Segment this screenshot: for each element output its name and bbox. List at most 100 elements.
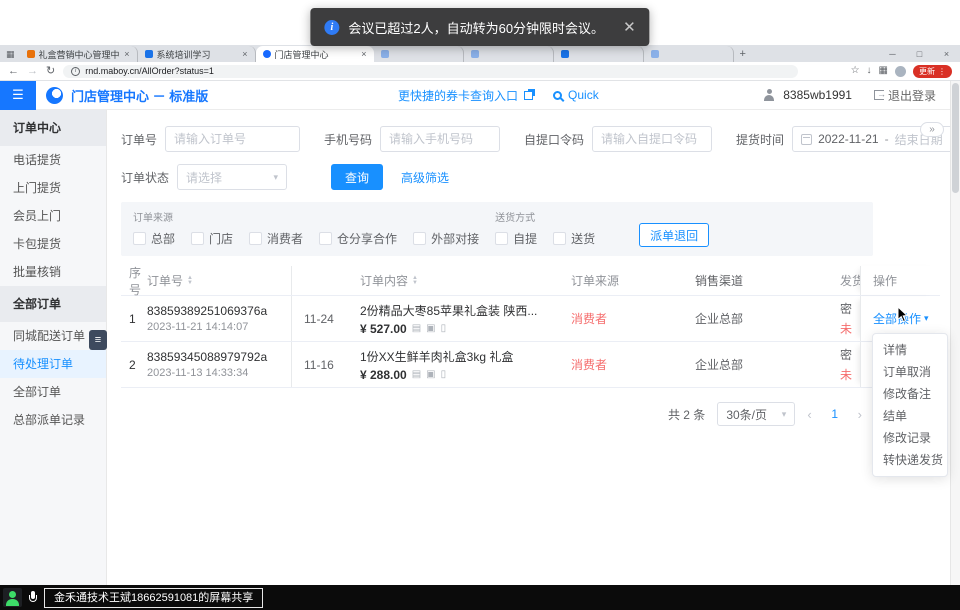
sidebar-item-member-visit[interactable]: 会员上门 [0, 202, 106, 230]
header-source: 订单来源 [565, 266, 695, 295]
browser-tab-5[interactable] [464, 46, 554, 62]
close-window-button[interactable]: × [933, 49, 960, 59]
checkbox-icon[interactable] [553, 232, 566, 245]
close-icon[interactable]: ✕ [623, 18, 636, 36]
browser-tab-active[interactable]: 门店管理中心 × [256, 46, 374, 62]
sidebar-section-all-orders[interactable]: 全部订单 [0, 286, 106, 322]
checkbox-store[interactable]: 门店 [191, 230, 233, 247]
minimize-button[interactable]: ─ [879, 49, 906, 59]
browser-tab-strip: ▦ 礼盒营销中心管理中心 × 系统培训学习 × 门店管理中心 × + ─ □ × [0, 45, 960, 62]
username[interactable]: 8385wb1991 [783, 88, 852, 102]
site-info-icon[interactable]: i [71, 67, 80, 76]
dispatch-return-button[interactable]: 派单退回 [639, 223, 709, 247]
sidebar-item-card-pickup[interactable]: 卡包提货 [0, 230, 106, 258]
maximize-button[interactable]: □ [906, 49, 933, 59]
checkbox-warehouse-share[interactable]: 仓分享合作 [319, 230, 397, 247]
download-icon[interactable]: ↓ [867, 66, 872, 76]
phone-input[interactable] [380, 126, 500, 152]
menu-item-express-ship[interactable]: 转快递发货 [873, 449, 947, 471]
tab-close-icon[interactable]: × [361, 49, 366, 59]
checkbox-label: 总部 [151, 230, 175, 247]
tab-close-icon[interactable]: × [242, 49, 247, 59]
order-time: 2023-11-13 14:33:34 [147, 367, 248, 379]
scrollbar-thumb[interactable] [952, 83, 959, 193]
advanced-filter-link[interactable]: 高级筛选 [401, 169, 449, 186]
checkbox-icon[interactable] [319, 232, 332, 245]
phone-icon: ▯ [441, 370, 447, 380]
menu-item-cancel-order[interactable]: 订单取消 [873, 361, 947, 383]
profile-avatar[interactable] [895, 66, 906, 77]
header-order-no[interactable]: 订单号 ▲▼ [147, 266, 292, 295]
order-source-cell: 消费者 [565, 296, 695, 341]
back-icon[interactable]: ← [8, 66, 19, 77]
logout-button[interactable]: 退出登录 [874, 87, 936, 104]
row-index: 2 [121, 342, 147, 387]
checkbox-label: 自提 [513, 230, 537, 247]
checkbox-icon[interactable] [191, 232, 204, 245]
sidebar-item-phone-pickup[interactable]: 电话提货 [0, 146, 106, 174]
bookmark-icon[interactable]: ☆ [851, 66, 860, 76]
sales-channel-cell: 企业总部 [695, 296, 840, 341]
checkbox-consumer[interactable]: 消费者 [249, 230, 303, 247]
order-content-cell: 1份XX生鲜羊肉礼盒3kg 礼盒 ¥ 288.00 ▤ ▣ ▯ [360, 342, 565, 387]
url-bar[interactable]: i rnd.maboy.cn/AllOrder?status=1 [63, 65, 798, 78]
print-icon: ▤ [412, 324, 421, 334]
checkbox-icon[interactable] [249, 232, 262, 245]
sidebar-collapse-button[interactable]: ≡ [89, 330, 107, 350]
browser-tab-7[interactable] [644, 46, 734, 62]
browser-address-bar: ← → ↻ i rnd.maboy.cn/AllOrder?status=1 ☆… [0, 62, 960, 81]
quick-entry-link[interactable]: 更快捷的券卡查询入口 [398, 87, 518, 104]
sidebar-item-door-pickup[interactable]: 上门提货 [0, 174, 106, 202]
new-tab-button[interactable]: + [740, 48, 746, 60]
checkbox-icon[interactable] [133, 232, 146, 245]
sidebar-item-all-orders[interactable]: 全部订单 [0, 378, 106, 406]
chrome-update-button[interactable]: 更新 ⋮ [913, 65, 952, 78]
checkbox-hq[interactable]: 总部 [133, 230, 175, 247]
panel-collapse-button[interactable]: » [920, 122, 944, 137]
checkbox-icon[interactable] [413, 232, 426, 245]
current-page[interactable]: 1 [824, 407, 846, 421]
pickup-code-input[interactable] [592, 126, 712, 152]
order-no-input[interactable] [165, 126, 300, 152]
order-status-select[interactable]: 请选择 ▾ [177, 164, 287, 190]
date-start-value[interactable]: 2022-11-21 [818, 132, 879, 146]
reload-icon[interactable]: ↻ [46, 66, 55, 77]
sidebar-item-batch-verify[interactable]: 批量核销 [0, 258, 106, 286]
order-no-label: 订单号 [121, 131, 157, 148]
checkbox-external[interactable]: 外部对接 [413, 230, 479, 247]
browser-tab-1[interactable]: 礼盒营销中心管理中心 × [20, 46, 138, 62]
next-page-button[interactable]: › [858, 407, 862, 422]
tab-groups-icon[interactable]: ▦ [6, 49, 15, 60]
app-title-text: 门店管理中心 [71, 89, 149, 104]
header-action: 操作 [860, 266, 938, 295]
menu-item-settle[interactable]: 结单 [873, 405, 947, 427]
quick-label[interactable]: Quick [568, 88, 599, 102]
page-size-select[interactable]: 30条/页 ▾ [717, 402, 795, 426]
page-scrollbar[interactable] [950, 81, 960, 585]
menu-item-details[interactable]: 详情 [873, 339, 947, 361]
tab-close-icon[interactable]: × [124, 49, 129, 59]
extensions-icon[interactable]: ▦ [879, 66, 888, 76]
window-controls: ─ □ × [879, 45, 960, 62]
sort-icon[interactable]: ▲▼ [412, 276, 418, 286]
browser-tab-2[interactable]: 系统培训学习 × [138, 46, 256, 62]
menu-item-edit-history[interactable]: 修改记录 [873, 427, 947, 449]
browser-tab-4[interactable] [374, 46, 464, 62]
menu-item-edit-note[interactable]: 修改备注 [873, 383, 947, 405]
sidebar-item-hq-dispatch-records[interactable]: 总部派单记录 [0, 406, 106, 434]
sidebar-item-pending-orders[interactable]: 待处理订单 [0, 350, 106, 378]
checkbox-self-pickup[interactable]: 自提 [495, 230, 537, 247]
header-content[interactable]: 订单内容 ▲▼ [360, 266, 565, 295]
forward-icon[interactable]: → [27, 66, 38, 77]
order-time: 2023-11-21 14:14:07 [147, 321, 248, 333]
user-icon [763, 89, 775, 101]
browser-tab-6[interactable] [554, 46, 644, 62]
search-button[interactable]: 查询 [331, 164, 383, 190]
prev-page-button[interactable]: ‹ [807, 407, 811, 422]
checkbox-delivery[interactable]: 送货 [553, 230, 595, 247]
checkbox-icon[interactable] [495, 232, 508, 245]
hamburger-menu-button[interactable]: ☰ [0, 81, 36, 110]
sort-icon[interactable]: ▲▼ [187, 276, 193, 286]
sidebar-section-order-center[interactable]: 订单中心 [0, 110, 106, 146]
screen-share-label: 金禾通技术王斌18662591081的屏幕共享 [44, 588, 263, 608]
